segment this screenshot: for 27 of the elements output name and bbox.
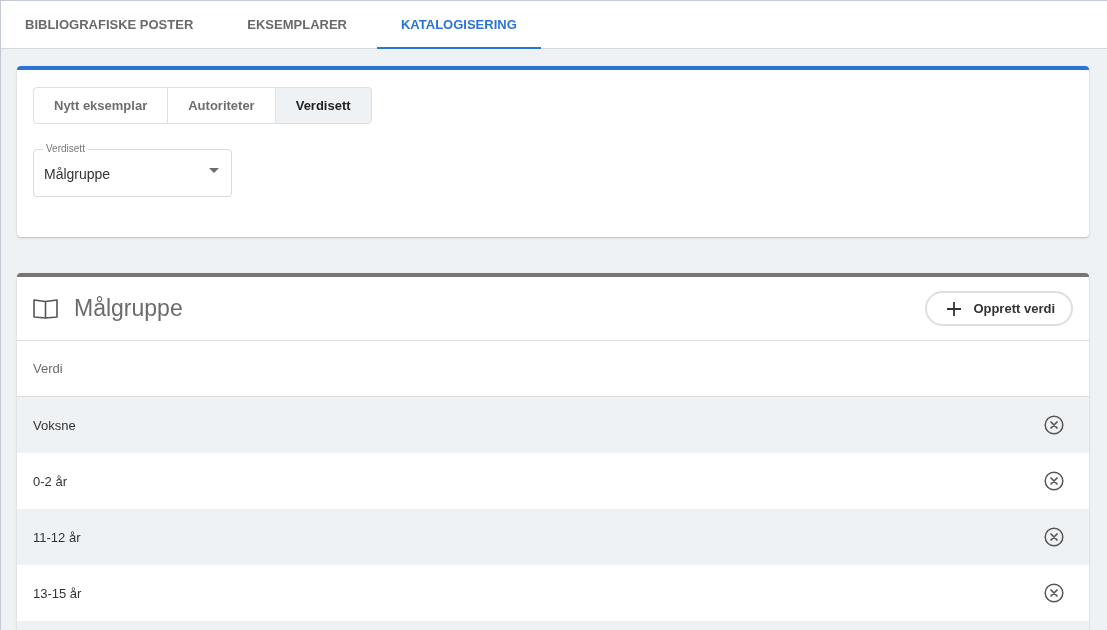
plus-icon [947, 301, 962, 316]
select-field[interactable]: Verdisett Målgruppe [33, 143, 232, 197]
field-label: Verdisett [45, 143, 86, 155]
table-cell: 13-15 år [33, 585, 82, 601]
nav-tab[interactable]: KATALOGISERING [377, 1, 541, 49]
card-title: Målgruppe [74, 295, 183, 322]
segment-button[interactable]: Nytt eksemplar [33, 87, 169, 124]
select-value: Målgruppe [44, 166, 111, 182]
remove-button[interactable] [1044, 471, 1064, 491]
close-circle-icon [1044, 415, 1064, 435]
remove-button[interactable] [1044, 415, 1064, 435]
create-value-button[interactable]: Opprett verdi [925, 291, 1073, 326]
close-circle-icon [1044, 527, 1064, 547]
table-cell: Voksne [33, 417, 76, 433]
segment-button[interactable]: Verdisett [274, 87, 372, 124]
close-circle-icon [1044, 583, 1064, 603]
nav-tab[interactable]: BIBLIOGRAFISKE POSTER [1, 1, 218, 49]
segment-button[interactable]: Autoriteter [167, 87, 276, 124]
table-cell: 11-12 år [33, 529, 81, 545]
book-icon [33, 298, 58, 319]
nav-tab[interactable]: EKSEMPLARER [223, 1, 371, 49]
caret-icon [209, 167, 219, 173]
remove-button[interactable] [1044, 583, 1064, 603]
close-circle-icon [1044, 471, 1064, 491]
table-cell: 0-2 år [33, 473, 67, 489]
remove-button[interactable] [1044, 527, 1064, 547]
column-header: Verdi [33, 361, 63, 376]
